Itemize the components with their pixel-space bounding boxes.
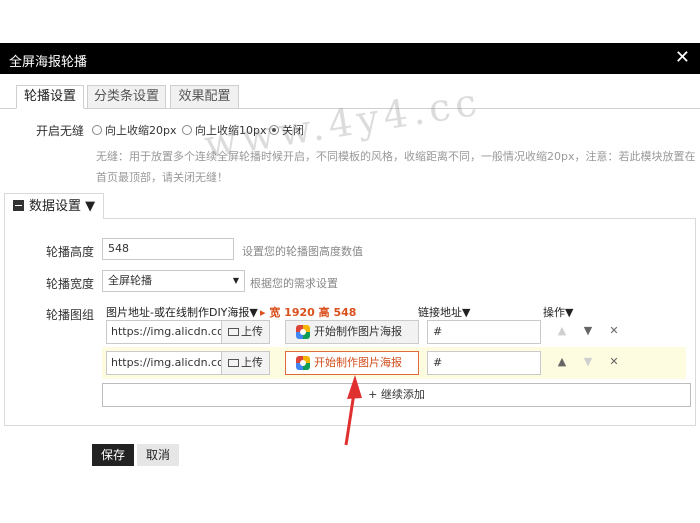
chevron-down-icon: ▼ [232, 276, 239, 285]
image-url-input[interactable]: https://img.alicdn.com 上传 [106, 320, 270, 344]
width-hint: 根据您的需求设置 [250, 277, 338, 290]
radio-icon [269, 125, 279, 135]
poster-logo-icon [296, 356, 310, 370]
cancel-button[interactable]: 取消 [137, 444, 179, 466]
close-icon[interactable]: ✕ [675, 48, 690, 68]
width-select-value: 全屏轮播 [108, 274, 152, 287]
radio-shrink-20[interactable]: 向上收缩20px [92, 122, 177, 138]
save-button[interactable]: 保存 [92, 444, 134, 466]
make-poster-button[interactable]: 开始制作图片海报 [285, 351, 419, 375]
group-label: 轮播图组 [45, 308, 94, 322]
move-up-icon[interactable]: ▲ [555, 354, 569, 370]
table-row: https://img.alicdn.com 上传 开始制作图片海报 # ▲ ▼… [102, 347, 686, 379]
make-poster-button[interactable]: 开始制作图片海报 [285, 320, 419, 344]
move-down-icon[interactable]: ▼ [581, 354, 595, 370]
section-title: 数据设置 ▼ [29, 199, 96, 214]
dialog-titlebar: 全屏海报轮播 ✕ [0, 43, 700, 74]
link-input[interactable]: # [427, 351, 541, 375]
radio-label: 向上收缩10px [195, 124, 267, 137]
upload-button[interactable]: 上传 [221, 352, 269, 374]
image-url-value: https://img.alicdn.com [111, 356, 235, 369]
radio-icon [182, 125, 192, 135]
radio-shrink-10[interactable]: 向上收缩10px [182, 122, 267, 138]
poster-logo-icon [296, 325, 310, 339]
tab-effect-config[interactable]: 效果配置 [170, 85, 239, 109]
add-more-button[interactable]: + 继续添加 [102, 383, 691, 407]
image-url-input[interactable]: https://img.alicdn.com 上传 [106, 351, 270, 375]
height-hint: 设置您的轮播图高度数值 [242, 245, 363, 258]
image-icon [228, 359, 239, 367]
seamless-label: 开启无缝 [35, 124, 84, 138]
upload-label: 上传 [241, 356, 263, 369]
tab-bar: 轮播设置 分类条设置 效果配置 [0, 85, 700, 109]
delete-icon[interactable]: ✕ [607, 323, 621, 339]
seamless-hint: 无缝：用于放置多个连续全屏轮播时候开启，不同模板的风格，收缩距离不同，一般情况收… [96, 150, 696, 184]
height-label: 轮播高度 [45, 245, 94, 259]
collapse-icon [13, 200, 24, 211]
radio-off[interactable]: 关闭 [269, 122, 304, 138]
tab-category-settings[interactable]: 分类条设置 [87, 85, 166, 109]
tab-carousel-settings[interactable]: 轮播设置 [16, 85, 84, 109]
image-icon [228, 328, 239, 336]
height-input[interactable]: 548 [102, 238, 234, 260]
width-label: 轮播宽度 [45, 277, 94, 291]
delete-icon[interactable]: ✕ [607, 354, 621, 370]
table-row: https://img.alicdn.com 上传 开始制作图片海报 # ▲ ▼… [102, 316, 686, 348]
image-url-value: https://img.alicdn.com [111, 325, 235, 338]
move-down-icon[interactable]: ▼ [581, 323, 595, 339]
radio-label: 向上收缩20px [105, 124, 177, 137]
dialog-title: 全屏海报轮播 [9, 55, 88, 70]
make-poster-label: 开始制作图片海报 [314, 356, 402, 369]
upload-button[interactable]: 上传 [221, 321, 269, 343]
radio-icon [92, 125, 102, 135]
radio-label: 关闭 [282, 124, 304, 137]
upload-label: 上传 [241, 325, 263, 338]
make-poster-label: 开始制作图片海报 [314, 325, 402, 338]
move-up-icon[interactable]: ▲ [555, 323, 569, 339]
data-settings-header[interactable]: 数据设置 ▼ [4, 193, 104, 219]
width-select[interactable]: 全屏轮播 ▼ [102, 270, 245, 292]
link-input[interactable]: # [427, 320, 541, 344]
